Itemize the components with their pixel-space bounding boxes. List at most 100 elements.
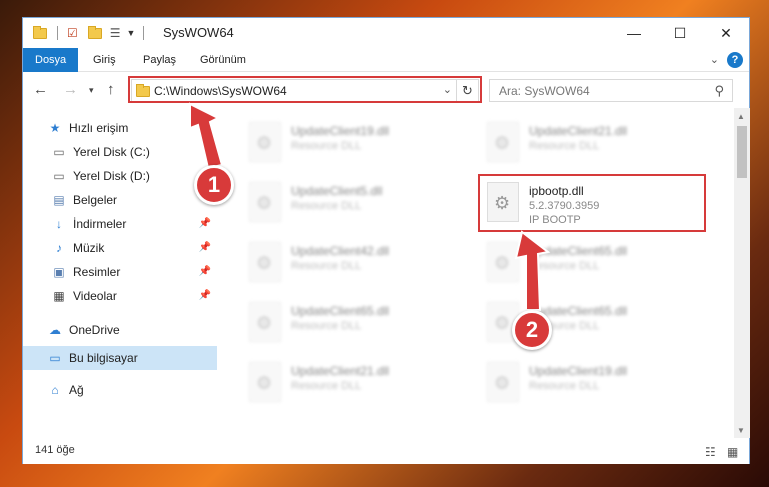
file-highlight-box: [478, 174, 706, 232]
file-tile[interactable]: UpdateClient65.dll Resource DLL: [479, 236, 711, 290]
dll-file-icon: [487, 122, 519, 162]
step-1-badge: 1: [194, 165, 234, 205]
file-tile[interactable]: UpdateClient42.dll Resource DLL: [241, 236, 473, 290]
divider: [143, 26, 145, 40]
recent-locations-icon[interactable]: ▾: [89, 85, 94, 96]
file-tile[interactable]: UpdateClient21.dll Resource DLL: [479, 116, 711, 170]
customize-dropdown-icon[interactable]: ▼: [127, 28, 136, 38]
file-name: UpdateClient21.dll: [291, 364, 390, 378]
tiles-view-icon[interactable]: ▦: [727, 445, 738, 459]
sidebar-item-label: Hızlı erişim: [69, 121, 129, 135]
sidebar-item-onedrive[interactable]: ☁ OneDrive: [23, 318, 217, 342]
drive-icon: ▭: [53, 169, 65, 183]
pin-icon[interactable]: 📌: [199, 266, 211, 277]
back-button[interactable]: ←: [33, 81, 48, 98]
network-icon: ⌂: [51, 383, 59, 397]
sidebar-item-label: İndirmeler: [73, 217, 127, 231]
dll-file-icon: [249, 122, 281, 162]
file-tile[interactable]: UpdateClient19.dll Resource DLL: [241, 116, 473, 170]
tab-home[interactable]: Giriş: [93, 48, 116, 72]
quick-access-toolbar: ☑ ☰ ▼: [33, 24, 145, 42]
music-icon: ♪: [56, 241, 62, 255]
details-view-icon[interactable]: ☷: [705, 445, 716, 459]
file-tile[interactable]: UpdateClient65.dll Resource DLL: [241, 296, 473, 350]
sidebar-item-documents[interactable]: ▤ Belgeler: [23, 188, 217, 212]
title-bar: ☑ ☰ ▼ SysWOW64 — ☐ ✕: [23, 18, 749, 48]
new-folder-icon[interactable]: [87, 25, 102, 39]
sidebar-item-label: Videolar: [73, 289, 117, 303]
dll-file-icon: [249, 242, 281, 282]
navigation-pane: ★ Hızlı erişim ▭ Yerel Disk (C:) ▭ Yerel…: [23, 108, 217, 438]
search-input[interactable]: Ara: SysWOW64: [499, 84, 590, 98]
ribbon: Dosya Giriş Paylaş Görünüm ⌄ ?: [23, 48, 749, 72]
window-title: SysWOW64: [163, 25, 234, 40]
scrollbar-thumb[interactable]: [737, 126, 747, 178]
file-tile[interactable]: UpdateClient19.dll Resource DLL: [479, 356, 711, 410]
sidebar-item-music[interactable]: ♪ Müzik 📌: [23, 236, 217, 260]
video-icon: ▦: [53, 289, 65, 303]
forward-button[interactable]: →: [63, 81, 78, 98]
tab-file[interactable]: Dosya: [23, 48, 79, 72]
scroll-down-icon[interactable]: ▼: [737, 426, 745, 435]
tab-view[interactable]: Görünüm: [200, 48, 246, 72]
dll-file-icon: [249, 302, 281, 342]
expand-ribbon-icon[interactable]: ⌄: [710, 53, 719, 66]
item-count: 141 öğe: [35, 444, 75, 456]
computer-icon: ▭: [49, 351, 61, 365]
pin-icon[interactable]: 📌: [199, 218, 211, 229]
step-2-badge: 2: [512, 310, 552, 350]
file-type: Resource DLL: [291, 380, 362, 392]
pictures-icon: ▣: [53, 265, 65, 279]
help-icon[interactable]: ?: [727, 52, 743, 68]
file-type: Resource DLL: [529, 380, 600, 392]
sidebar-item-local-disk-c[interactable]: ▭ Yerel Disk (C:): [23, 140, 217, 164]
scroll-up-icon[interactable]: ▲: [737, 112, 745, 121]
view-options-icon[interactable]: ☰: [110, 26, 121, 40]
sidebar-item-label: Yerel Disk (C:): [73, 145, 150, 159]
sidebar-item-local-disk-d[interactable]: ▭ Yerel Disk (D:): [23, 164, 217, 188]
maximize-button[interactable]: ☐: [657, 18, 703, 48]
sidebar-item-pictures[interactable]: ▣ Resimler 📌: [23, 260, 217, 284]
drive-icon: ▭: [53, 145, 65, 159]
cloud-icon: ☁: [49, 323, 61, 337]
tab-share[interactable]: Paylaş: [143, 48, 176, 72]
status-bar: 141 öğe ☷ ▦: [23, 438, 749, 464]
up-button[interactable]: ↑: [107, 81, 115, 98]
search-icon: ⚲: [714, 83, 724, 98]
sidebar-item-network[interactable]: ⌂ Ağ: [23, 378, 217, 402]
dll-file-icon: [487, 242, 519, 282]
file-type: Resource DLL: [529, 260, 600, 272]
pin-icon[interactable]: 📌: [199, 290, 211, 301]
search-box[interactable]: Ara: SysWOW64 ⚲: [489, 79, 733, 102]
sidebar-item-this-pc[interactable]: ▭ Bu bilgisayar: [23, 346, 217, 370]
star-icon: ★: [49, 121, 61, 135]
file-type: Resource DLL: [291, 260, 362, 272]
file-type: Resource DLL: [291, 140, 362, 152]
properties-icon[interactable]: ☑: [67, 26, 78, 40]
download-icon: ↓: [56, 217, 62, 231]
file-name: UpdateClient21.dll: [529, 124, 628, 138]
sidebar-item-label: Belgeler: [73, 193, 118, 207]
documents-icon: ▤: [53, 193, 65, 207]
file-tile[interactable]: UpdateClient5.dll Resource DLL: [241, 176, 473, 230]
file-tile[interactable]: UpdateClient21.dll Resource DLL: [241, 356, 473, 410]
pin-icon[interactable]: 📌: [199, 242, 211, 253]
sidebar-item-label: Bu bilgisayar: [69, 351, 138, 365]
file-type: Resource DLL: [529, 140, 600, 152]
dll-file-icon: [249, 182, 281, 222]
sidebar-item-downloads[interactable]: ↓ İndirmeler 📌: [23, 212, 217, 236]
close-button[interactable]: ✕: [703, 18, 749, 48]
dll-file-icon: [249, 362, 281, 402]
address-highlight-box: [128, 76, 482, 103]
sidebar-item-quick-access[interactable]: ★ Hızlı erişim: [23, 116, 217, 140]
folder-icon: [33, 25, 47, 39]
file-name: UpdateClient19.dll: [291, 124, 390, 138]
minimize-button[interactable]: —: [611, 18, 657, 48]
divider: [57, 26, 58, 40]
sidebar-item-videos[interactable]: ▦ Videolar 📌: [23, 284, 217, 308]
vertical-scrollbar[interactable]: ▲ ▼: [734, 108, 750, 438]
file-name: UpdateClient65.dll: [291, 304, 390, 318]
file-list: UpdateClient19.dll Resource DLL UpdateCl…: [219, 108, 734, 438]
file-type: Resource DLL: [291, 320, 362, 332]
sidebar-item-label: OneDrive: [69, 323, 120, 337]
